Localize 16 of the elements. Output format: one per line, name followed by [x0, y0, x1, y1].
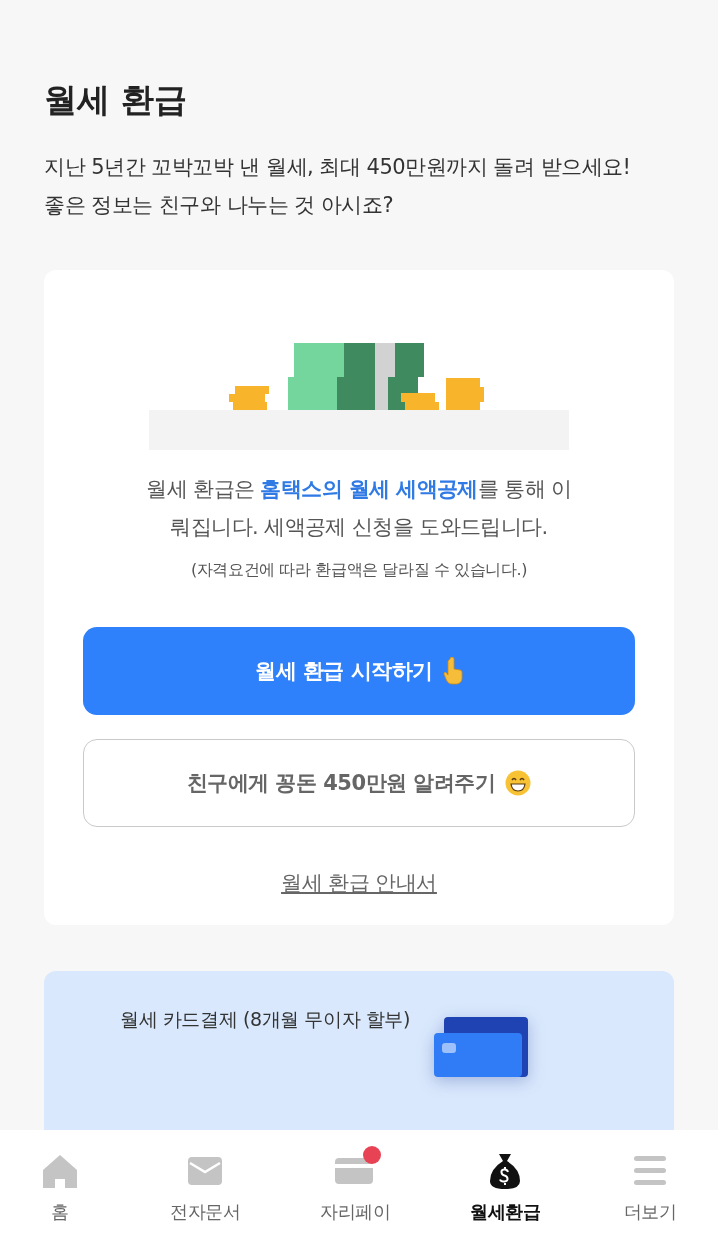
pointing-hand-icon — [442, 657, 463, 685]
grinning-face-icon — [505, 770, 532, 796]
credit-card-icon — [434, 1017, 531, 1077]
envelope-icon — [188, 1157, 222, 1185]
banner-title: 월세 카드결제 (8개월 무이자 할부) — [120, 1007, 411, 1032]
refund-guide-link[interactable]: 월세 환급 안내서 — [281, 869, 437, 897]
start-refund-button[interactable]: 월세 환급 시작하기 — [83, 627, 635, 715]
menu-icon — [634, 1156, 666, 1186]
card-icon — [335, 1158, 375, 1184]
eligibility-note: (자격요건에 따라 환급액은 달라질 수 있습니다.) — [190, 560, 528, 581]
refund-description: 월세 환급은 홈택스의 월세 세액공제를 통해 이뤄집니다. 세액공제 신청을 도와드립니다. — [145, 476, 573, 541]
money-bag-icon — [488, 1153, 522, 1189]
intro-text: 지난 5년간 꼬박꼬박 낸 월세, 최대 450만원까지 돌려 받으세요! 좋은 정보는 친구와 나누는 것 아시죠? — [44, 154, 632, 219]
home-icon — [42, 1154, 78, 1188]
page-title: 월세 환급 — [44, 79, 189, 121]
share-friend-button[interactable]: 친구에게 꽁돈 450만원 알려주기 — [83, 739, 635, 827]
